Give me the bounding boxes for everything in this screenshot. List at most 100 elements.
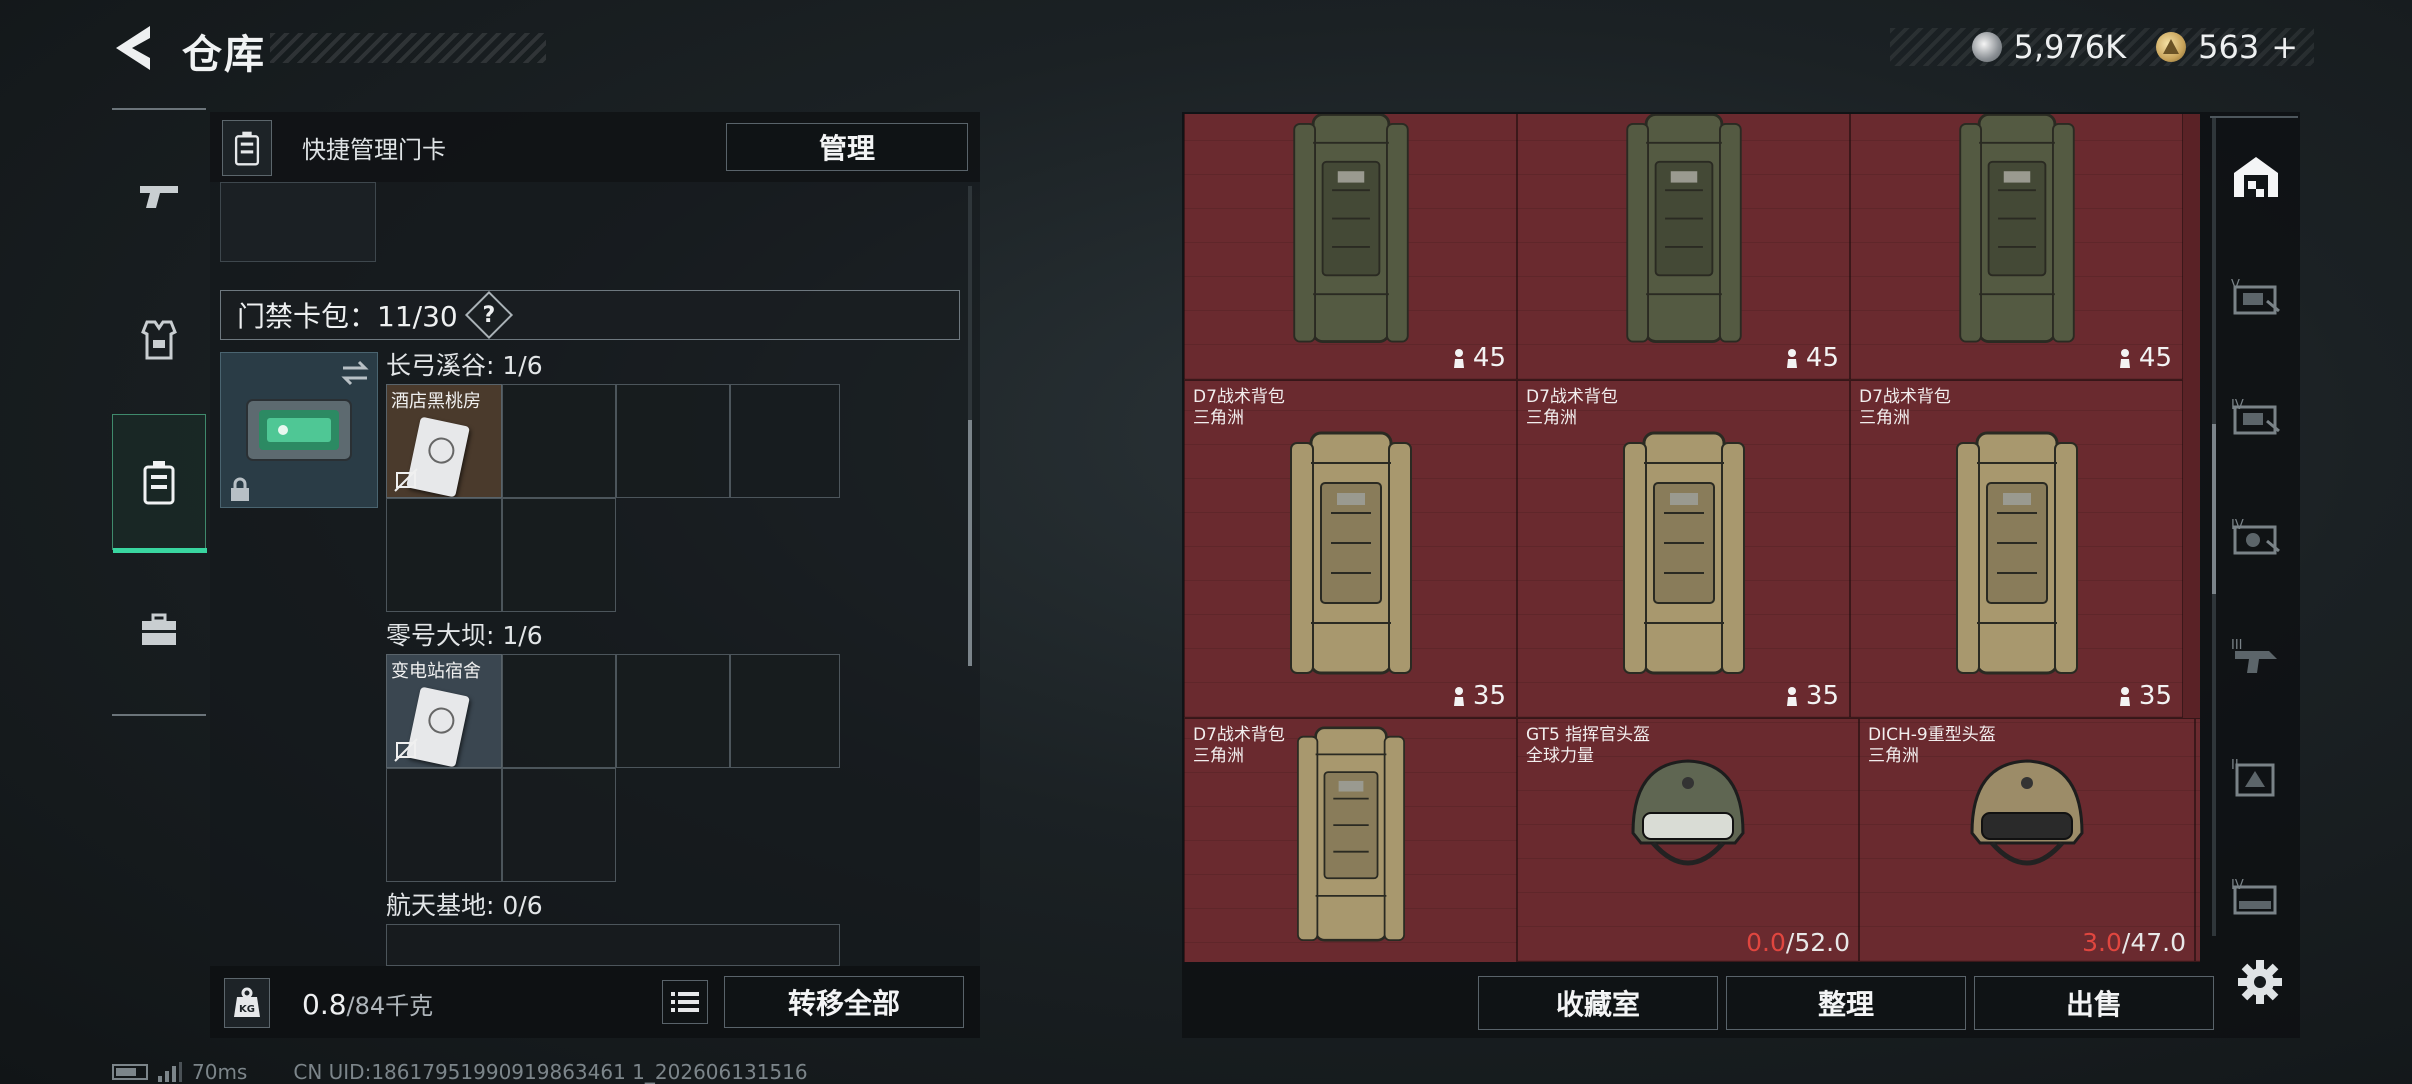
keycard-case-icon [143,461,175,505]
swap-icon[interactable] [339,359,371,387]
collection-room-button[interactable]: 收藏室 [1478,976,1718,1030]
not-usable-icon [394,738,418,762]
svg-text:III: III [2231,638,2243,653]
empty-keycard-slot[interactable] [386,924,840,966]
warehouse-item[interactable]: D7战术背包 三角洲 35 [1517,380,1850,718]
transfer-all-button[interactable]: 转移全部 [724,976,964,1028]
warehouse-item[interactable]: 45 [1850,114,2183,380]
item-count: 45 [1784,343,1839,373]
backpack-image [1296,726,1405,942]
stash-tier-2-icon: II [2231,758,2275,797]
nav-divider [2210,116,2298,118]
backpack-image [1292,114,1409,343]
currency-bar: 5,976K 563 + [1890,28,2314,66]
help-button[interactable]: ? [464,290,513,340]
warehouse-item[interactable]: D7战术背包 三角洲 35 [1184,380,1517,718]
nav-supplies[interactable] [112,560,206,700]
manage-button[interactable]: 管理 [726,123,968,171]
stash-main[interactable] [2214,124,2298,230]
weight-value: 0.8 [302,988,347,1021]
item-name: D7战术背包 三角洲 [1859,387,1951,428]
item-name: D7战术背包 三角洲 [1193,725,1285,766]
help-icon: ? [482,302,496,328]
title-decoration [270,33,546,63]
quick-manage-label: 快捷管理门卡 [302,136,446,164]
pistol-icon [140,186,178,208]
status-bar: 70ms CN UID:18617951990919863461 1_20260… [112,1060,808,1084]
signal-icon [158,1062,182,1082]
list-view-button[interactable] [662,980,708,1024]
item-count-value: 35 [2138,681,2172,711]
empty-keycard-slot[interactable] [502,498,616,612]
empty-keycard-slot[interactable] [616,654,730,768]
backpack-image [1289,431,1412,675]
stash-tier[interactable]: V [2214,244,2298,350]
lock-icon [231,477,249,501]
keycard-slot[interactable]: 变电站宿舍 [386,654,502,768]
nav-keycards[interactable] [112,414,207,553]
gold-coin-icon [2156,32,2187,62]
empty-keycard-slot[interactable] [386,498,502,612]
cardpack-label: 门禁卡包：11/30 [237,300,458,333]
stash-tier-4-icon: IV [2231,398,2280,435]
backpack-image [1958,114,2075,343]
nav-weapons[interactable] [112,126,206,266]
list-icon [671,992,699,1012]
durability-readout: 0.0/52.0 [1746,928,1850,957]
nav-equipment[interactable] [112,270,206,410]
item-count-value: 45 [2138,343,2172,373]
item-count: 35 [2117,681,2172,711]
stash-tier[interactable]: IV [2214,844,2298,950]
empty-keycard-slot[interactable] [386,768,502,882]
item-count-value: 45 [1472,343,1506,373]
empty-keycard-slot[interactable] [730,654,840,768]
stash-tier[interactable]: IV [2214,364,2298,470]
weight-icon: KG [224,978,270,1028]
ping-value: 70ms [192,1060,248,1084]
add-currency-button[interactable]: + [2271,28,2298,66]
warehouse-item[interactable]: D7战术背包 三角洲 35 [1850,380,2183,718]
item-name: DICH-9重型头盔 三角洲 [1868,725,1996,766]
item-count: 45 [2117,343,2172,373]
empty-keycard-slot[interactable] [730,384,840,498]
cardpack-capacity-bar: 门禁卡包：11/30 ? [220,290,960,340]
empty-keycard-slot[interactable] [502,384,616,498]
scrollbar-thumb[interactable] [968,420,972,666]
empty-keycard-slot[interactable] [502,654,616,768]
warehouse-item[interactable]: H70 精英头盔 哈夫克38.0/38.0 [2195,718,2200,962]
warehouse-item[interactable]: 45 [1184,114,1517,380]
warehouse-icon [2234,157,2278,197]
item-count: 35 [1784,681,1839,711]
uid-text: CN UID:18617951990919863461 1_2026061315… [293,1060,808,1084]
empty-keycard-slot[interactable] [616,384,730,498]
cardpack-slot[interactable] [220,182,376,262]
item-count: 45 [1451,343,1506,373]
warehouse-item[interactable]: GT5 指挥官头盔 全球力量 0.0/52.0 [1517,718,1859,962]
battery-icon [112,1064,148,1080]
stash-tier-4b-icon: IV [2231,518,2280,555]
durability-current: 0.0 [1746,928,1786,957]
map-title: 长弓溪谷: 1/6 [386,351,543,380]
keycard-slot[interactable]: 酒店黑桃房 [386,384,502,498]
back-button[interactable] [110,22,158,74]
settings-button[interactable] [2234,956,2286,1008]
cardpack-item[interactable] [220,352,378,508]
stash-tier-4c-icon: IV [2231,878,2277,915]
keycard-name: 酒店黑桃房 [391,391,481,412]
empty-keycard-slot[interactable] [502,768,616,882]
durability-readout: 3.0/47.0 [2082,928,2186,957]
not-usable-icon [394,468,418,492]
item-count-value: 45 [1805,343,1839,373]
warehouse-item[interactable]: 45 [1517,114,1850,380]
stash-tier[interactable]: IV [2214,484,2298,590]
warehouse-item[interactable]: DICH-9重型头盔 三角洲 3.0/47.0 [1859,718,2195,962]
stash-tier[interactable]: II [2214,724,2298,830]
sort-button[interactable]: 整理 [1726,976,1966,1030]
warehouse-item[interactable]: D7战术背包 三角洲 [1184,718,1517,962]
durability-current: 3.0 [2082,928,2122,957]
item-name: GT5 指挥官头盔 全球力量 [1526,725,1651,766]
stash-tier-3-icon: III [2231,638,2277,673]
backpack-image [1625,114,1742,343]
sell-button[interactable]: 出售 [1974,976,2214,1030]
stash-tier[interactable]: III [2214,604,2298,710]
